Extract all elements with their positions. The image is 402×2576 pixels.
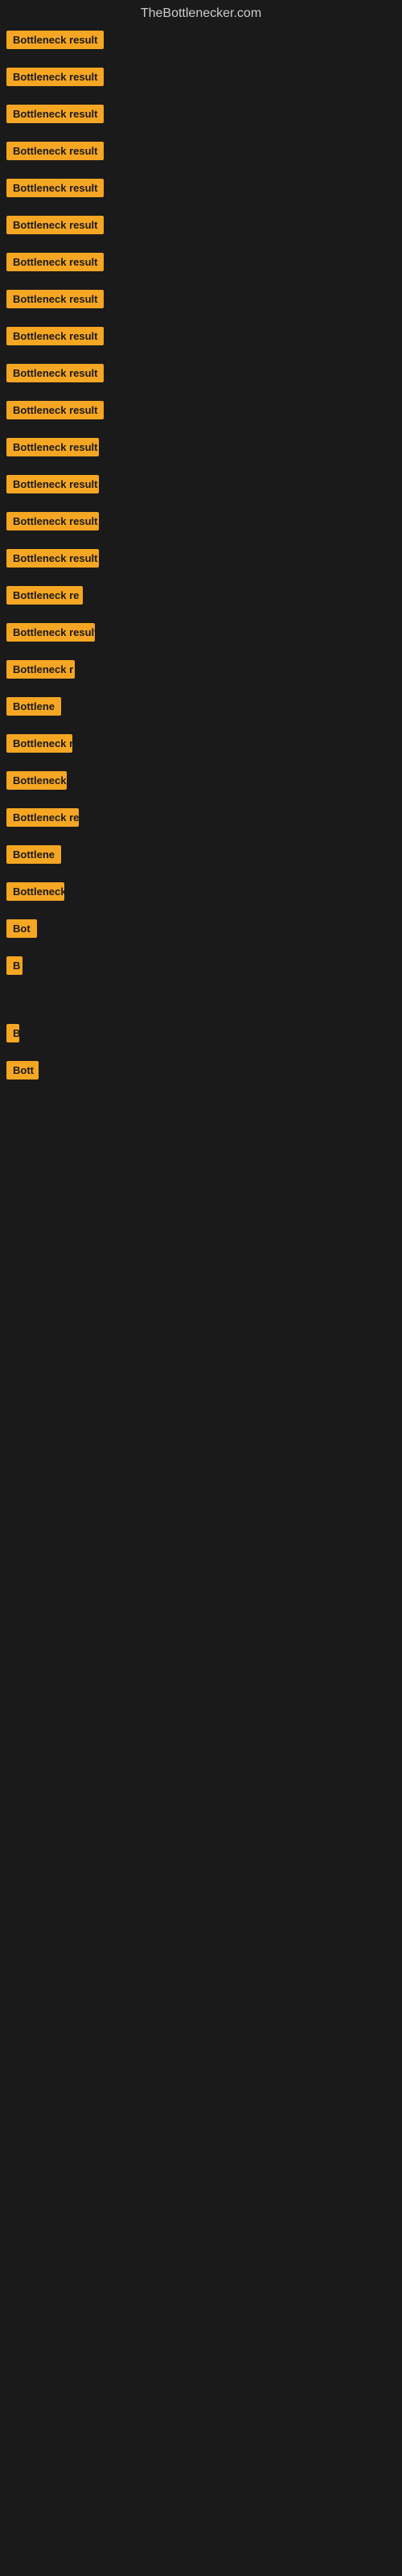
list-item: B [6,1024,402,1046]
bottleneck-badge[interactable]: Bottleneck result [6,290,104,308]
list-item: Bottleneck result [6,31,402,53]
list-item [6,1098,402,1114]
bottleneck-badge[interactable]: Bottleneck result [6,364,104,382]
bottleneck-badge[interactable]: Bottleneck re [6,586,83,605]
list-item: Bottleneck r [6,734,402,757]
list-item: Bot [6,919,402,942]
bottleneck-badge[interactable]: Bottleneck result [6,549,99,568]
bottleneck-badge[interactable]: Bottleneck result [6,142,104,160]
list-item: Bottleneck result [6,68,402,90]
list-item: Bottleneck result [6,179,402,201]
bottleneck-badge[interactable]: Bottlene [6,845,61,864]
bottleneck-badge[interactable]: B [6,1024,19,1042]
bottleneck-badge[interactable]: Bot [6,919,37,938]
list-item: Bottleneck result [6,327,402,349]
list-item: Bottleneck [6,882,402,905]
bottleneck-badge[interactable]: Bottleneck [6,882,64,901]
list-item: Bottlene [6,697,402,720]
list-item: Bottleneck result [6,438,402,460]
list-item: Bottleneck re [6,808,402,831]
list-item: Bottlene [6,845,402,868]
bottleneck-badge[interactable]: Bottleneck result [6,438,99,456]
bottleneck-badge[interactable]: Bottleneck result [6,327,104,345]
list-item: Bottleneck result [6,549,402,572]
bottleneck-badge[interactable]: Bottleneck result [6,512,99,530]
bottleneck-badge[interactable]: Bottleneck re [6,808,79,827]
bottleneck-badge[interactable]: Bottleneck result [6,401,104,419]
bottleneck-badge[interactable]: Bottlene [6,697,61,716]
list-item: Bottleneck result [6,364,402,386]
list-item: Bottleneck re [6,586,402,609]
list-item: Bottleneck [6,771,402,794]
site-title: TheBottlenecker.com [0,0,402,31]
site-header: TheBottlenecker.com [0,0,402,31]
list-item [6,1190,402,1206]
list-item: Bottleneck result [6,475,402,497]
list-item: Bottleneck result [6,290,402,312]
list-item [6,993,402,1009]
list-item: Bottleneck result [6,623,402,646]
list-item [6,1159,402,1175]
bottleneck-badge[interactable]: Bottleneck result [6,31,104,49]
list-item: B [6,956,402,979]
list-item: Bott [6,1061,402,1084]
list-item: Bottleneck result [6,401,402,423]
bottleneck-badge[interactable]: Bottleneck result [6,68,104,86]
bottleneck-badge[interactable]: Bottleneck result [6,179,104,197]
bottleneck-badge[interactable]: Bottleneck result [6,216,104,234]
list-item: Bottleneck result [6,105,402,127]
bottleneck-badge[interactable]: Bottleneck result [6,253,104,271]
list-item [6,1129,402,1145]
bottleneck-badge[interactable]: Bottleneck result [6,623,95,642]
list-item: Bottleneck r [6,660,402,683]
bottleneck-badge[interactable]: Bottleneck result [6,475,99,493]
bottleneck-badge[interactable]: Bottleneck result [6,105,104,123]
list-item: Bottleneck result [6,142,402,164]
list-item: Bottleneck result [6,512,402,535]
bottleneck-badge[interactable]: B [6,956,23,975]
bottleneck-badge[interactable]: Bottleneck r [6,734,72,753]
bottleneck-badge[interactable]: Bottleneck [6,771,67,790]
bottleneck-badge[interactable]: Bott [6,1061,39,1080]
list-item: Bottleneck result [6,253,402,275]
bottleneck-badge[interactable]: Bottleneck r [6,660,75,679]
list-item: Bottleneck result [6,216,402,238]
